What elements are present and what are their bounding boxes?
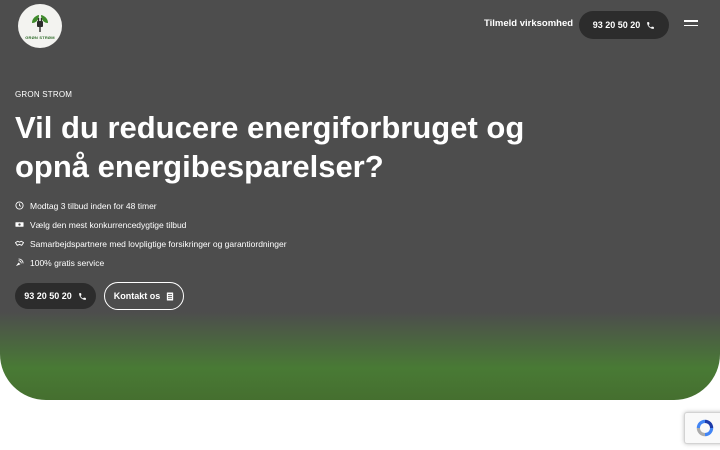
- logo-text: GRØN STRØM: [25, 35, 55, 40]
- feature-text: Modtag 3 tilbud inden for 48 timer: [30, 200, 157, 211]
- satellite-icon: [15, 258, 24, 267]
- phone-icon: [647, 21, 655, 29]
- hero-phone-label: 93 20 50 20: [24, 291, 72, 301]
- feature-text: Samarbejdspartnere med lovpligtige forsi…: [30, 238, 287, 249]
- feature-list: Modtag 3 tilbud inden for 48 timer Vælg …: [15, 196, 287, 272]
- money-icon: [15, 220, 24, 229]
- document-icon: [167, 291, 174, 301]
- feature-text: 100% gratis service: [30, 257, 105, 268]
- list-item: Vælg den mest konkurrencedygtige tilbud: [15, 215, 287, 234]
- list-item: Modtag 3 tilbud inden for 48 timer: [15, 196, 287, 215]
- eyebrow-label: GRON STROM: [15, 90, 73, 99]
- header-phone-button[interactable]: 93 20 50 20: [579, 11, 669, 39]
- list-item: Samarbejdspartnere med lovpligtige forsi…: [15, 234, 287, 253]
- handshake-icon: [15, 239, 24, 248]
- page-title: Vil du reducere energiforbruget og opnå …: [15, 110, 525, 184]
- feature-text: Vælg den mest konkurrencedygtige tilbud: [30, 219, 187, 230]
- header-phone-label: 93 20 50 20: [592, 20, 641, 30]
- clock-icon: [15, 201, 24, 210]
- contact-button-label: Kontakt os: [113, 291, 161, 301]
- hamburger-menu-icon[interactable]: [684, 20, 698, 29]
- contact-button[interactable]: Kontakt os: [104, 282, 184, 310]
- logo[interactable]: GRØN STRØM: [18, 4, 62, 48]
- hero-section: GRØN STRØM Tilmeld virksomhed 93 20 50 2…: [0, 0, 720, 400]
- phone-icon: [78, 292, 86, 300]
- hero-phone-button[interactable]: 93 20 50 20: [15, 283, 96, 309]
- recaptcha-icon: [696, 419, 713, 437]
- register-business-link[interactable]: Tilmeld virksomhed: [484, 18, 573, 29]
- list-item: 100% gratis service: [15, 253, 287, 272]
- recaptcha-badge[interactable]: [684, 412, 720, 444]
- plug-leaf-icon: [32, 15, 48, 32]
